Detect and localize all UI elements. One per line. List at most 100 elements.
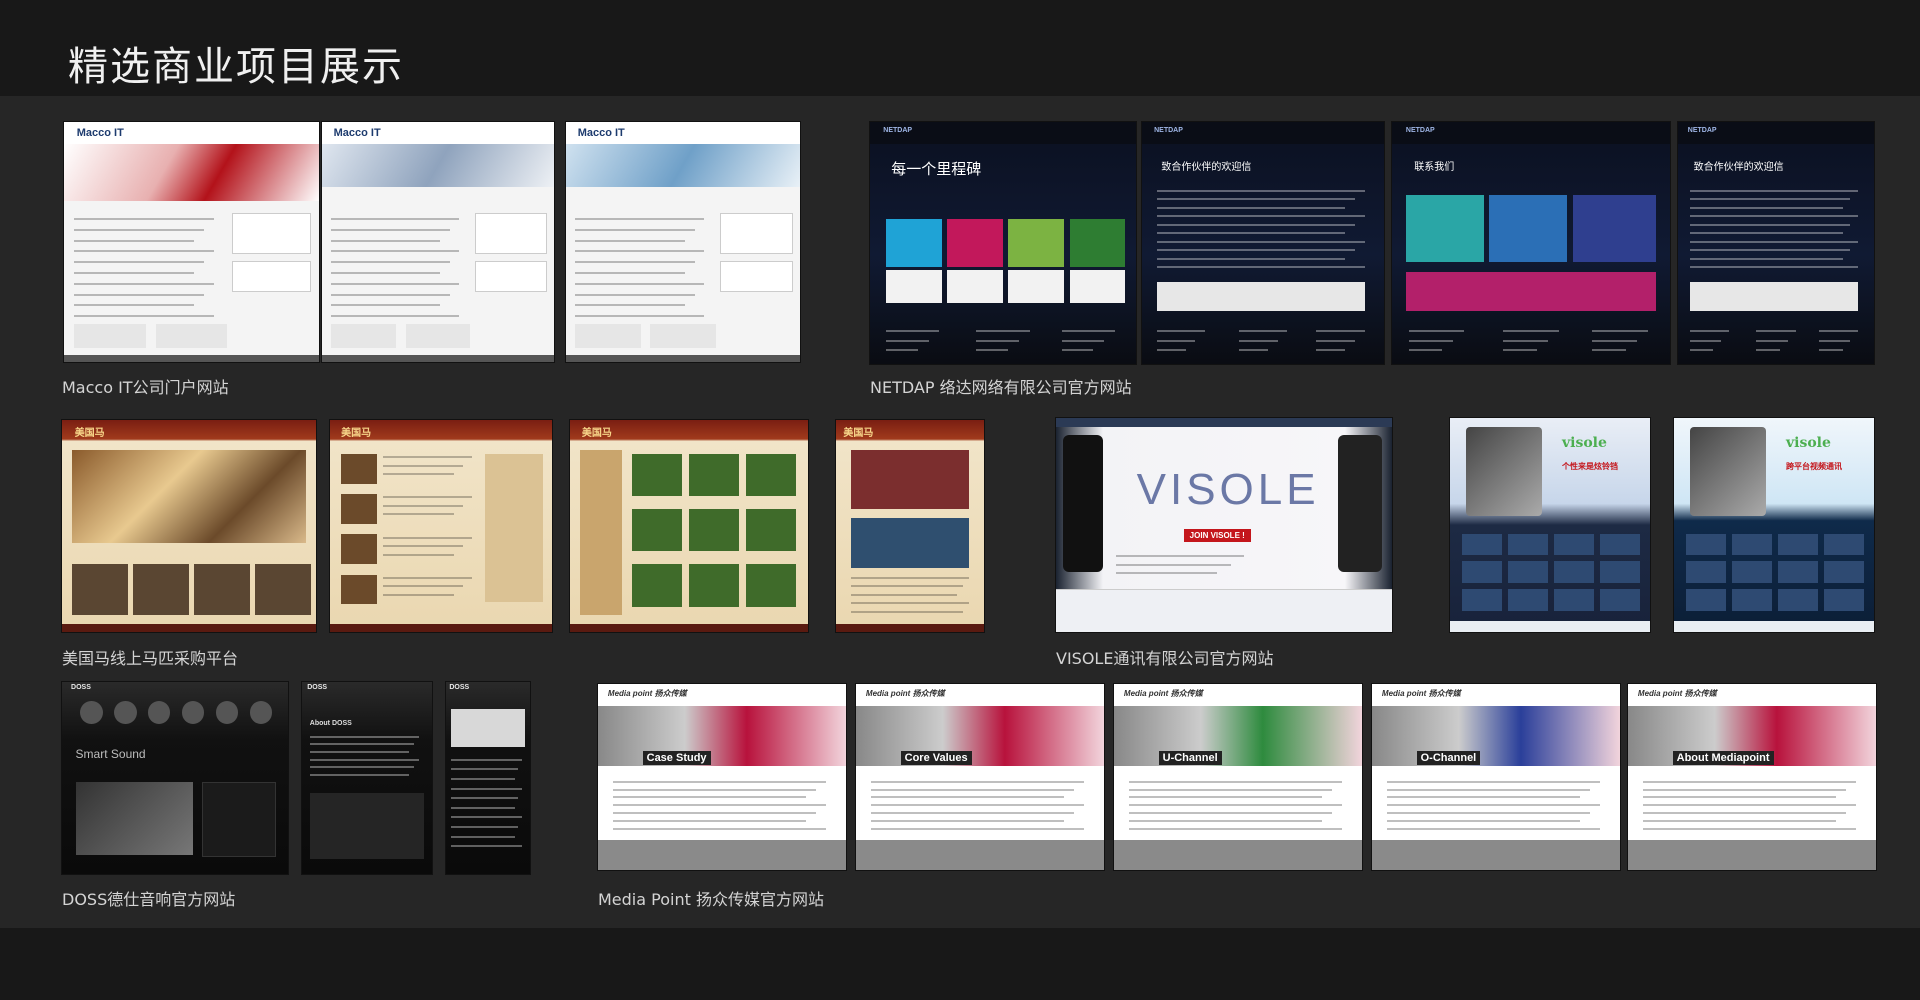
mediapoint-case-study-thumbnail[interactable]: Media point 扬众传媒 Case Study — [598, 684, 846, 870]
visole-ringtone-thumbnail[interactable]: visole 个性来是炫铃铛 — [1450, 418, 1650, 632]
horse-detail-thumbnail[interactable]: 美国马 — [836, 420, 984, 632]
website-screenshot: Media point 扬众传媒 Case Study — [598, 684, 846, 870]
horse-homepage-thumbnail[interactable]: 美国马 — [62, 420, 316, 632]
app-tile — [1554, 533, 1594, 555]
text-line — [1408, 330, 1465, 333]
qq-tile — [1489, 194, 1568, 263]
app-tile — [1462, 589, 1502, 611]
text-line — [331, 315, 459, 318]
macco-solutions-thumbnail[interactable]: Macco IT — [566, 122, 800, 362]
text-line — [309, 743, 414, 746]
hero-banner — [72, 449, 306, 543]
mediapoint-about-thumbnail[interactable]: Media point 扬众传媒 About Mediapoint — [1628, 684, 1876, 870]
netdap-partners-thumbnail[interactable]: NETDAP 致合作伙伴的欢迎信 — [1678, 122, 1874, 364]
text-line — [1503, 349, 1537, 352]
hero-title: Core Values — [900, 750, 972, 765]
connect-box — [720, 261, 793, 292]
website-screenshot: Media point 扬众传媒 About Mediapoint — [1628, 684, 1876, 870]
text-line — [383, 504, 464, 507]
text-line — [383, 585, 464, 588]
text-line — [1503, 330, 1559, 333]
doss-about-thumbnail[interactable]: DOSS About DOSS — [302, 682, 432, 874]
text-line — [309, 751, 409, 754]
text-line — [1503, 339, 1548, 342]
text-line — [309, 766, 414, 769]
app-tile — [1686, 589, 1726, 611]
visole-video-thumbnail[interactable]: visole 跨平台视频通讯 — [1674, 418, 1874, 632]
text-line — [575, 282, 705, 285]
horse-photo — [631, 564, 682, 607]
text-line — [1642, 788, 1847, 791]
horse-gallery-thumbnail[interactable]: 美国马 — [570, 420, 808, 632]
app-tile — [1554, 561, 1594, 583]
site-logo: Media point 扬众传媒 — [1381, 688, 1461, 698]
login-box — [475, 213, 547, 254]
horse-photo — [689, 509, 739, 552]
text-line — [870, 780, 1085, 783]
text-line — [1756, 330, 1796, 333]
site-logo: NETDAP — [1154, 126, 1183, 134]
service-tile — [947, 218, 1003, 268]
text-line — [612, 819, 807, 822]
text-line — [383, 496, 473, 499]
hero-banner — [566, 143, 800, 187]
event-photo — [850, 449, 970, 510]
hero-text: 联系我们 — [1414, 162, 1455, 174]
project-caption-doss: DOSS德仕音响官方网站 — [62, 890, 236, 909]
hero-banner — [64, 143, 319, 202]
text-line — [850, 576, 970, 579]
text-line — [1156, 249, 1355, 252]
text-line — [74, 218, 215, 220]
text-line — [1156, 189, 1365, 192]
app-tile — [1508, 589, 1548, 611]
text-line — [976, 330, 1030, 333]
mediapoint-core-values-thumbnail[interactable]: Media point 扬众传媒 Core Values — [856, 684, 1104, 870]
text-line — [885, 349, 918, 352]
horse-photo — [133, 564, 189, 616]
text-line — [74, 282, 215, 285]
doss-products-thumbnail[interactable]: DOSS — [446, 682, 530, 874]
macco-about-thumbnail[interactable]: Macco IT — [322, 122, 554, 362]
text-line — [1156, 265, 1365, 268]
tagline: 跨平台视频通讯 — [1786, 461, 1842, 471]
project-caption-netdap: NETDAP 络达网络有限公司官方网站 — [870, 378, 1132, 397]
text-line — [1689, 339, 1722, 342]
hero-text: Smart Sound — [75, 747, 146, 762]
site-footer — [1114, 840, 1362, 870]
doss-homepage-thumbnail[interactable]: DOSS Smart Sound — [62, 682, 288, 874]
feature-box — [155, 323, 228, 348]
horse-listing-thumbnail[interactable]: 美国马 — [330, 420, 552, 632]
speaker-icon — [147, 701, 171, 725]
hero-banner — [322, 143, 554, 187]
partner-logos — [1156, 281, 1365, 311]
text-line — [1061, 330, 1115, 333]
text-line — [850, 585, 964, 588]
login-box — [720, 213, 793, 254]
site-logo: 美国马 — [581, 428, 612, 440]
text-line — [1156, 257, 1346, 260]
site-logo: Media point 扬众传媒 — [1637, 688, 1717, 698]
text-line — [309, 735, 419, 738]
text-line — [1156, 223, 1355, 226]
text-line — [1689, 240, 1859, 243]
text-line — [575, 218, 705, 220]
site-logo: 美国马 — [843, 428, 874, 440]
text-line — [383, 593, 455, 596]
macco-homepage-thumbnail[interactable]: Macco IT — [64, 122, 319, 362]
text-line — [612, 827, 827, 830]
horse-photo — [341, 534, 377, 565]
website-screenshot: Macco IT — [64, 122, 319, 362]
visole-homepage-thumbnail[interactable]: VISOLE JOIN VISOLE ! — [1056, 418, 1392, 632]
hero-text: 致合作伙伴的欢迎信 — [1693, 162, 1784, 174]
text-line — [74, 272, 195, 274]
netdap-homepage-thumbnail[interactable]: NETDAP 每一个里程碑 — [870, 122, 1136, 364]
netdap-contact-thumbnail[interactable]: NETDAP 联系我们 — [1392, 122, 1670, 364]
site-footer — [330, 623, 552, 632]
text-line — [331, 304, 441, 307]
text-line — [1061, 339, 1105, 342]
mediapoint-o-channel-thumbnail[interactable]: Media point 扬众传媒 O-Channel — [1372, 684, 1620, 870]
app-tile — [1824, 589, 1864, 611]
site-footer — [836, 623, 984, 632]
mediapoint-u-channel-thumbnail[interactable]: Media point 扬众传媒 U-Channel — [1114, 684, 1362, 870]
netdap-welcome-thumbnail[interactable]: NETDAP 致合作伙伴的欢迎信 — [1142, 122, 1384, 364]
